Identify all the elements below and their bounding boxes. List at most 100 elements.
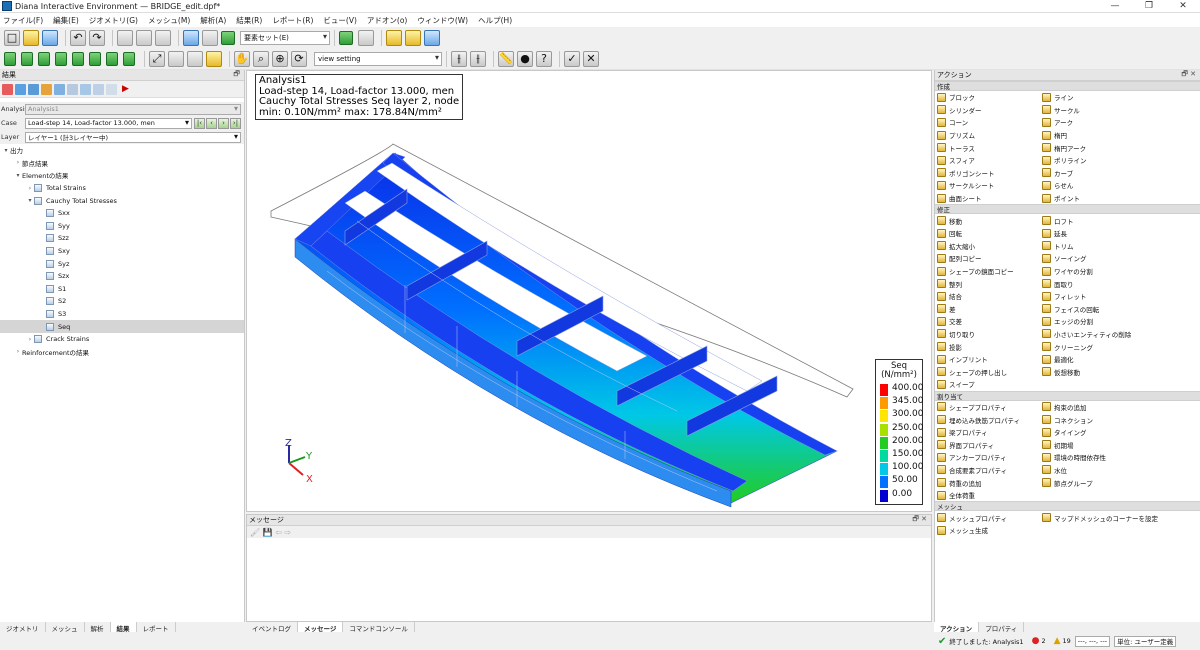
view-iso-icon[interactable]: [4, 51, 16, 66]
menu-item[interactable]: 結果(R): [236, 15, 262, 26]
action-item[interactable]: 投影: [937, 340, 1042, 353]
action-item[interactable]: コネクション: [1042, 413, 1192, 426]
action-item[interactable]: メッシュ生成: [937, 524, 1042, 537]
shaded-icon[interactable]: [206, 50, 222, 67]
action-item[interactable]: 全体荷重: [937, 489, 1042, 502]
fit-selection-icon[interactable]: [168, 50, 184, 67]
action-item[interactable]: トーラス: [937, 141, 1042, 154]
filter-icon[interactable]: [15, 83, 26, 95]
menu-item[interactable]: 編集(E): [53, 15, 79, 26]
element-set-dropdown[interactable]: 要素セット(E): [240, 30, 330, 45]
cube-color-icon[interactable]: [424, 29, 440, 46]
result-view-icon[interactable]: [41, 83, 52, 95]
action-item[interactable]: シェープの鏡面コピー: [937, 265, 1042, 278]
tab-item[interactable]: レポート: [136, 622, 176, 633]
tree-item[interactable]: › Crack Strains: [0, 333, 244, 346]
action-item[interactable]: シリンダー: [937, 104, 1042, 117]
tree-item[interactable]: S3: [0, 308, 244, 321]
action-item[interactable]: サークル: [1042, 104, 1192, 117]
new-file-icon[interactable]: □: [4, 29, 20, 46]
action-item[interactable]: コーン: [937, 116, 1042, 129]
cube-yellow-icon[interactable]: [386, 29, 402, 46]
tree-twisty-icon[interactable]: ›: [14, 348, 22, 355]
tree-item[interactable]: S2: [0, 295, 244, 308]
action-item[interactable]: 環境の時間依存性: [1042, 451, 1192, 464]
check-icon[interactable]: ✓: [564, 50, 580, 67]
action-item[interactable]: 楕円アーク: [1042, 141, 1192, 154]
view-setting-dropdown[interactable]: view setting: [314, 51, 442, 66]
action-item[interactable]: 荷重の追加: [937, 476, 1042, 489]
3d-viewport[interactable]: Z Y X Analysis1 Load-step 14, Load-factor…: [246, 70, 932, 512]
action-item[interactable]: 整列: [937, 277, 1042, 290]
tab-item[interactable]: メッシュ: [45, 622, 85, 633]
action-item[interactable]: 水位: [1042, 464, 1192, 477]
pan-hand-icon[interactable]: ✋: [234, 50, 250, 67]
action-item[interactable]: タイイング: [1042, 426, 1192, 439]
error-icon[interactable]: ●: [1032, 636, 1040, 646]
tab-item[interactable]: プロパティ: [979, 622, 1025, 633]
tab-item[interactable]: アクション: [934, 622, 980, 633]
action-item[interactable]: 結合: [937, 290, 1042, 303]
query-icon[interactable]: ?: [536, 50, 552, 67]
action-section-header[interactable]: メッシュ: [935, 501, 1200, 512]
tab-item[interactable]: ジオメトリ: [0, 622, 46, 633]
clear-messages-icon[interactable]: 🖌: [250, 528, 260, 537]
next-step-button[interactable]: ›: [218, 117, 229, 129]
mesh-view-icon[interactable]: [28, 83, 39, 95]
hide-icon[interactable]: [358, 29, 374, 46]
tree-item[interactable]: › 節点結果: [0, 157, 244, 170]
action-item[interactable]: クリーニング: [1042, 340, 1192, 353]
action-item[interactable]: フィレット: [1042, 290, 1192, 303]
pin-icon[interactable]: ●: [517, 50, 533, 67]
paste-icon[interactable]: [136, 29, 152, 46]
tab-item[interactable]: 結果: [110, 622, 137, 633]
menu-item[interactable]: ウィンドウ(W): [417, 15, 468, 26]
menu-item[interactable]: ビュー(V): [323, 15, 356, 26]
tree-item[interactable]: ▾ Elementの結果: [0, 169, 244, 182]
action-item[interactable]: シェープの押し出し: [937, 365, 1042, 378]
action-item[interactable]: 移動: [937, 214, 1042, 227]
action-item[interactable]: スフィア: [937, 154, 1042, 167]
action-item[interactable]: プリズム: [937, 129, 1042, 142]
tree-item[interactable]: Seq: [0, 320, 244, 333]
menu-item[interactable]: ヘルプ(H): [478, 15, 512, 26]
menu-item[interactable]: メッシュ(M): [148, 15, 190, 26]
action-item[interactable]: 曲面シート: [937, 192, 1042, 205]
prev-step-button[interactable]: ‹: [206, 117, 217, 129]
contour-icon[interactable]: [2, 83, 13, 95]
action-item[interactable]: エッジの分割: [1042, 315, 1192, 328]
float-icon[interactable]: 🗗: [233, 70, 240, 81]
action-item[interactable]: ポイント: [1042, 192, 1192, 205]
view-back-icon[interactable]: [38, 51, 50, 66]
rotate-icon[interactable]: ⟳: [291, 50, 307, 67]
action-item[interactable]: 小さいエンティティの削除: [1042, 328, 1192, 341]
menu-item[interactable]: レポート(R): [272, 15, 313, 26]
action-item[interactable]: 拘束の追加: [1042, 401, 1192, 414]
action-item[interactable]: らせん: [1042, 179, 1192, 192]
back-icon[interactable]: ⇦: [275, 528, 282, 537]
view-top-icon[interactable]: [89, 51, 101, 66]
tree-item[interactable]: › Total Strains: [0, 182, 244, 195]
tree-twisty-icon[interactable]: ›: [26, 185, 34, 192]
action-section-header[interactable]: 作成: [935, 81, 1200, 91]
case-dropdown[interactable]: Load-step 14, Load-factor 13.000, men: [25, 117, 192, 129]
zoom-window-icon[interactable]: ⌕: [253, 50, 269, 67]
action-item[interactable]: メッシュプロパティ: [937, 511, 1042, 524]
save-messages-icon[interactable]: 💾: [263, 528, 273, 537]
action-item[interactable]: スイープ: [937, 378, 1042, 391]
action-item[interactable]: 梁プロパティ: [937, 426, 1042, 439]
grid-icon[interactable]: [221, 30, 235, 45]
action-section-header[interactable]: 割り当て: [935, 390, 1200, 401]
tree-item[interactable]: ▾ Cauchy Total Stresses: [0, 194, 244, 207]
action-item[interactable]: シェーププロパティ: [937, 401, 1042, 414]
tree-item[interactable]: Szx: [0, 270, 244, 283]
maximize-button[interactable]: ❐: [1132, 1, 1166, 11]
tree-twisty-icon[interactable]: ▾: [2, 147, 10, 154]
action-item[interactable]: 界面プロパティ: [937, 438, 1042, 451]
message-float-icon[interactable]: 🗗 ✕: [912, 515, 927, 526]
view-left-icon[interactable]: [55, 51, 67, 66]
action-item[interactable]: マップドメッシュのコーナーを設定: [1042, 511, 1192, 524]
action-item[interactable]: 配列コピー: [937, 252, 1042, 265]
tab-item[interactable]: コマンドコンソール: [343, 622, 415, 633]
tree-item[interactable]: Syz: [0, 257, 244, 270]
